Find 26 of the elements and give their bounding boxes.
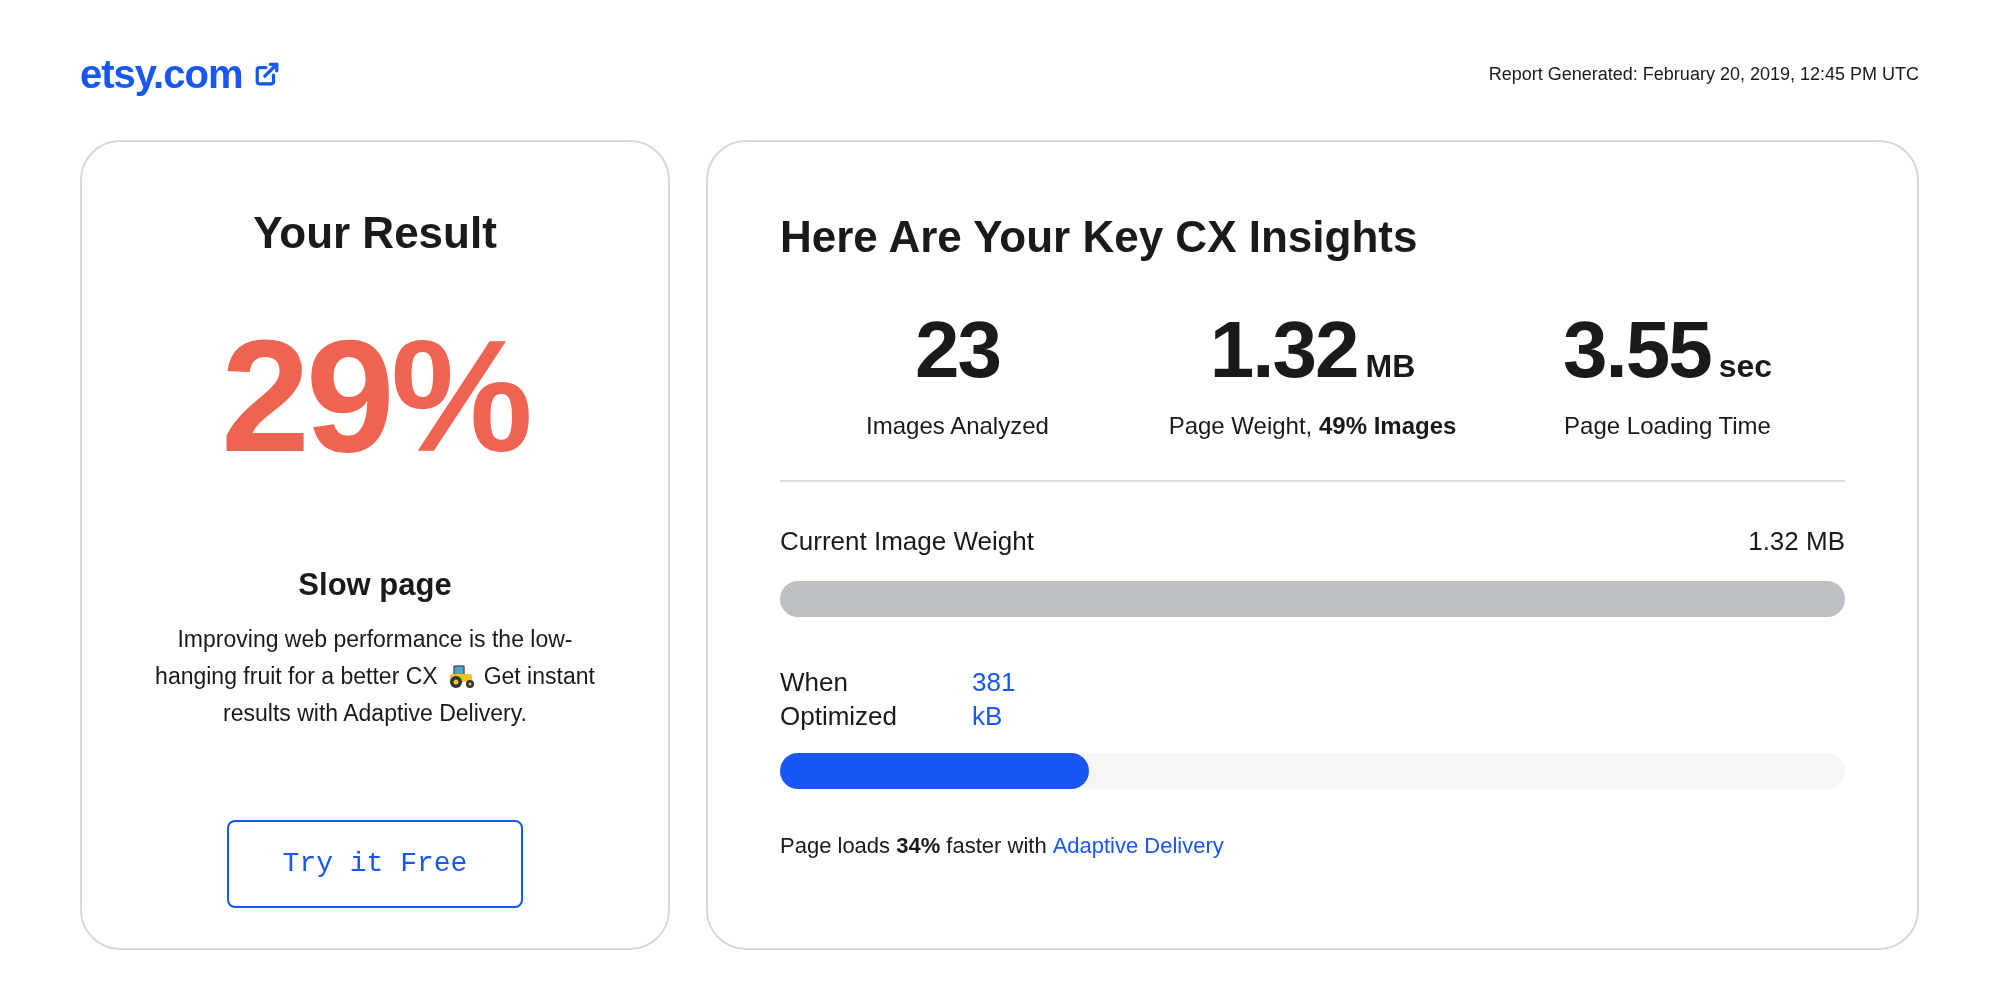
description-text: results with Adaptive Delivery.: [223, 698, 527, 728]
metric-value: 1.32: [1209, 310, 1358, 390]
bar-label: Current Image Weight: [780, 525, 1034, 558]
bar-value: 381 kB: [972, 666, 1017, 733]
metric-value: 3.55: [1562, 310, 1711, 390]
bar-label: When Optimized: [780, 666, 899, 733]
external-link-icon: [254, 61, 281, 87]
card-title: Your Result: [253, 207, 497, 259]
card-title: Here Are Your Key CX Insights: [780, 211, 1419, 263]
metric-unit: sec: [1718, 347, 1773, 386]
verdict-text: Slow page: [298, 566, 452, 604]
description-text: Get instant: [483, 661, 595, 691]
description-text: hanging fruit for a better CX: [155, 661, 438, 691]
adaptive-delivery-link[interactable]: Adaptive Delivery: [1052, 829, 1224, 862]
metric-unit: MB: [1365, 347, 1416, 386]
metric-value: 23: [915, 310, 1000, 390]
metric-label: Page Loading Time: [1564, 411, 1771, 441]
try-free-button[interactable]: Try it Free: [227, 819, 523, 908]
metric-label: Page Weight, 49% Images: [1168, 411, 1457, 441]
site-link[interactable]: etsy.com: [80, 44, 281, 104]
score-value: 29%: [220, 316, 530, 476]
savings-text: Page loads 34% faster with: [780, 832, 1047, 860]
metric-label: Images Analyzed: [866, 411, 1049, 441]
report-date: Report Generated: February 20, 2019, 12:45 PM UTC: [1488, 62, 1919, 86]
description-text: Improving web performance is the low-: [177, 624, 573, 654]
bar-value: 1.32 MB: [1748, 525, 1845, 558]
